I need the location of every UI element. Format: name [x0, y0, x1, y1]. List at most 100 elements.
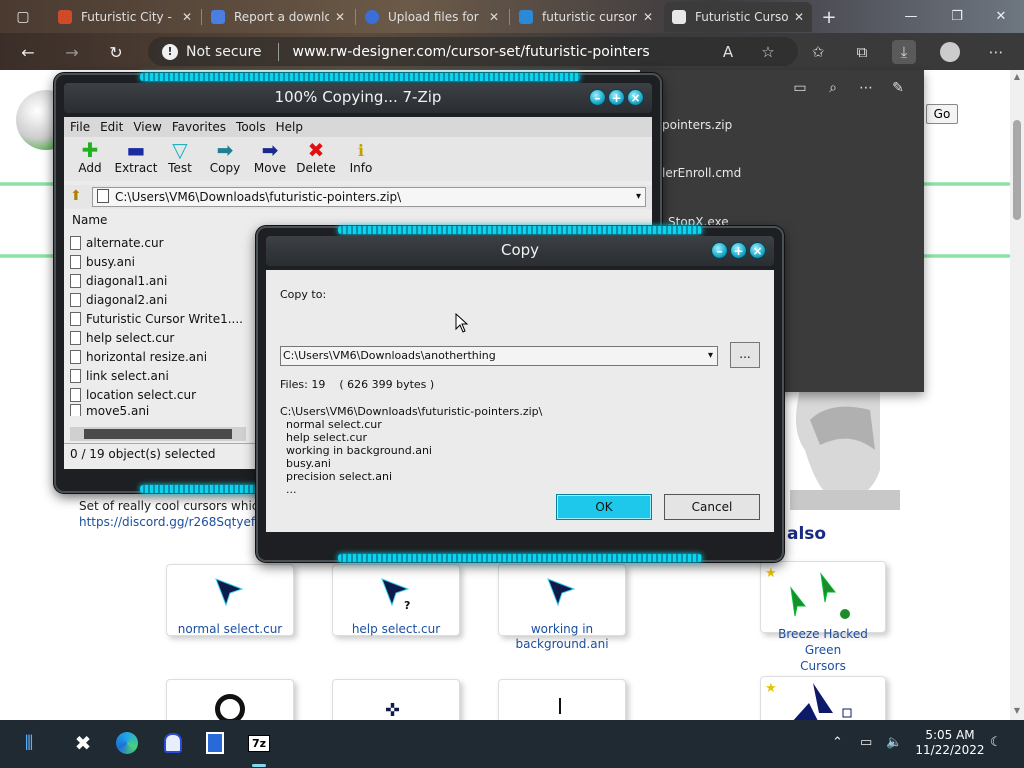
close-icon[interactable]: × [749, 242, 766, 259]
tab-3[interactable]: Upload files for ✕ [357, 2, 507, 32]
more-menu-icon[interactable]: ⋯ [984, 40, 1008, 64]
chevron-down-icon[interactable]: ▾ [636, 188, 641, 206]
scrollbar-thumb[interactable] [1013, 120, 1021, 220]
ok-button[interactable]: OK [556, 494, 652, 520]
list-item[interactable]: diagonal1.ani [70, 271, 250, 290]
tab-1[interactable]: Futuristic City - ✕ [50, 2, 200, 32]
sevenzip-titlebar[interactable]: 100% Copying... 7-Zip – + × [64, 83, 652, 113]
menu-view[interactable]: View [133, 120, 161, 134]
list-item[interactable]: link select.ani [70, 366, 250, 385]
extract-button[interactable]: ▬ Extract [114, 138, 158, 175]
copy-button[interactable]: ➡ Copy [203, 138, 247, 175]
minimize-icon[interactable]: — [888, 0, 934, 33]
star-icon: ★ [765, 681, 777, 696]
add-label: Add [78, 161, 102, 175]
more-options-icon[interactable]: ⋯ [856, 78, 876, 98]
cursor-card[interactable]: ✜ [332, 679, 460, 720]
horizontal-scrollbar[interactable] [70, 427, 246, 441]
menu-edit[interactable]: Edit [100, 120, 123, 134]
go-button[interactable]: Go [926, 104, 958, 124]
close-tab-icon[interactable]: ✕ [489, 10, 499, 24]
collections-icon[interactable]: ⧉ [850, 40, 874, 64]
xampp-icon[interactable]: ✖ [70, 730, 96, 756]
cursor-card[interactable]: working in background.ani [498, 564, 626, 651]
scrollbar-thumb[interactable] [84, 429, 232, 439]
menu-tools[interactable]: Tools [236, 120, 266, 134]
system-clock[interactable]: 5:05 AM 11/22/2022 [915, 728, 985, 758]
move-label: Move [253, 161, 287, 175]
security-indicator[interactable]: ! Not secure [162, 43, 262, 60]
related-set-card[interactable]: ★ [760, 676, 886, 720]
network-icon[interactable]: ▭ [860, 735, 872, 750]
list-item[interactable]: Futuristic Cursor Write1.... [70, 309, 250, 328]
list-item[interactable]: horizontal resize.ani [70, 347, 250, 366]
download-item[interactable]: pointers.zip [662, 118, 732, 132]
close-tab-icon[interactable]: ✕ [643, 10, 653, 24]
menu-file[interactable]: File [70, 120, 90, 134]
path-combo[interactable]: C:\Users\VM6\Downloads\futuristic-pointe… [92, 187, 646, 207]
maximize-icon[interactable]: + [730, 242, 747, 259]
list-item[interactable]: alternate.cur [70, 233, 250, 252]
chevron-down-icon[interactable]: ▾ [708, 347, 713, 365]
list-item[interactable]: busy.ani [70, 252, 250, 271]
related-set-card[interactable]: ★ Breeze Hacked Green Cursors [760, 561, 886, 673]
close-tab-icon[interactable]: ✕ [794, 10, 804, 24]
delete-button[interactable]: ✖ Delete [294, 138, 338, 175]
notifications-icon[interactable]: ☾ [990, 735, 1002, 750]
tab-actions-icon[interactable]: ▢ [10, 4, 36, 30]
restore-icon[interactable]: ❐ [934, 0, 980, 33]
cursor-card[interactable]: ? help select.cur [332, 564, 460, 636]
astronaut-app-icon[interactable] [160, 730, 186, 756]
list-item[interactable]: help select.cur [70, 328, 250, 347]
cursor-card[interactable] [166, 679, 294, 720]
move-button[interactable]: ➡ Move [248, 138, 292, 175]
minimize-icon[interactable]: – [711, 242, 728, 259]
close-window-icon[interactable]: ✕ [978, 0, 1024, 33]
downloads-icon[interactable]: ⤓ [892, 40, 916, 64]
minimize-icon[interactable]: – [589, 89, 606, 106]
profile-avatar-icon[interactable] [938, 40, 962, 64]
menu-favorites[interactable]: Favorites [172, 120, 226, 134]
tab-4[interactable]: futuristic cursor ✕ [511, 2, 661, 32]
search-icon[interactable]: ⌕ [823, 78, 843, 98]
new-tab-icon[interactable]: + [816, 4, 842, 30]
sevenzip-taskbar-icon[interactable]: 7z [246, 730, 272, 756]
download-item[interactable]: lerEnroll.cmd [662, 166, 741, 180]
folder-up-icon[interactable]: ⬆ [70, 188, 86, 204]
discord-link[interactable]: https://discord.gg/r268Sqtyef [79, 515, 255, 529]
cursor-card[interactable]: normal select.cur [166, 564, 294, 636]
address-bar[interactable]: ! Not secure www.rw-designer.com/cursor-… [148, 37, 798, 66]
favorite-star-icon[interactable]: ☆ [756, 40, 780, 64]
list-item[interactable]: diagonal2.ani [70, 290, 250, 309]
list-item[interactable]: move5.ani [70, 404, 250, 416]
back-icon[interactable]: ← [16, 40, 40, 64]
close-icon[interactable]: × [627, 89, 644, 106]
browse-button[interactable]: ... [730, 342, 760, 368]
info-button[interactable]: ℹ Info [339, 139, 383, 176]
cancel-button[interactable]: Cancel [664, 494, 760, 520]
close-tab-icon[interactable]: ✕ [335, 10, 345, 24]
tab-2[interactable]: Report a downlo ✕ [203, 2, 353, 32]
bookmark-app-icon[interactable] [202, 730, 228, 756]
favorites-icon[interactable]: ✩ [806, 40, 830, 64]
close-tab-icon[interactable]: ✕ [182, 10, 192, 24]
cursor-card[interactable] [498, 679, 626, 720]
start-menu-icon[interactable]: ⦀ [16, 730, 42, 756]
menu-help[interactable]: Help [276, 120, 303, 134]
show-hidden-icons-icon[interactable]: ⌃ [832, 735, 843, 750]
edge-browser-icon[interactable] [114, 730, 140, 756]
destination-combo[interactable]: C:\Users\VM6\Downloads\anotherthing ▾ [280, 346, 718, 366]
page-scrollbar[interactable]: ▲ ▼ [1010, 70, 1024, 720]
pin-icon[interactable]: ✎ [888, 78, 908, 98]
forward-icon[interactable]: → [60, 40, 84, 64]
list-item[interactable]: location select.cur [70, 385, 250, 404]
maximize-icon[interactable]: + [608, 89, 625, 106]
tab-5-active[interactable]: Futuristic Curso ✕ [664, 2, 812, 32]
volume-icon[interactable]: 🔈 [886, 735, 902, 750]
test-button[interactable]: ▽ Test [158, 138, 202, 175]
copy-dialog-titlebar[interactable]: Copy – + × [266, 236, 774, 266]
add-button[interactable]: ✚ Add [68, 138, 112, 175]
folder-icon[interactable]: ▭ [790, 78, 810, 98]
refresh-icon[interactable]: ↻ [104, 40, 128, 64]
read-aloud-icon[interactable]: A [716, 40, 740, 64]
